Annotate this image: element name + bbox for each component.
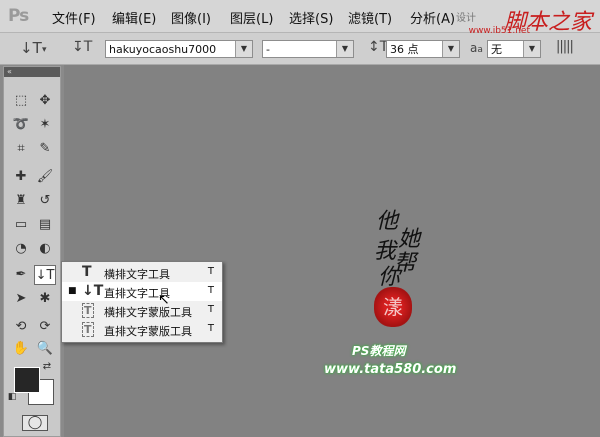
eraser-icon[interactable]: ▭ [10,215,32,235]
horizontal-type-mask-icon: T [82,303,94,318]
crop-tool-icon[interactable]: ⌗ [10,139,32,159]
anti-alias-value: 无 [491,43,502,56]
app-logo: Ps [8,6,29,26]
path-select-icon[interactable]: ➤ [10,289,32,309]
menu-image[interactable]: 图像(I) [171,8,211,27]
menu-filter[interactable]: 滤镜(T) [348,8,392,27]
lasso-tool-icon[interactable]: ➰ [10,115,32,135]
flyout-item-shortcut: T [207,285,214,296]
flyout-item-shortcut: T [207,323,214,334]
swap-colors-icon[interactable]: ⇄ [40,361,54,373]
document-canvas[interactable] [64,65,600,437]
anti-alias-select[interactable]: 无 ▼ [487,40,541,58]
menu-file[interactable]: 文件(F) [52,8,96,27]
flyout-item-vertical-type-mask[interactable]: T 直排文字蒙版工具 T [62,320,222,339]
chevron-down-icon: ▼ [336,41,353,57]
flyout-item-label: 横排文字蒙版工具 [104,306,192,319]
chevron-down-icon: ▼ [523,41,540,57]
selected-bullet-icon: ■ [68,286,77,296]
chevron-down-icon: ▼ [442,41,459,57]
chevron-down-icon: ▼ [235,41,252,57]
menu-select[interactable]: 选择(S) [289,8,333,27]
type-tool-flyout: T 横排文字工具 T ■ ↓T 直排文字工具 T T 横排文字蒙版工具 T T … [61,261,223,343]
zoom-tool-icon[interactable]: 🔍 [34,339,56,359]
shape-tool-icon[interactable]: ✱ [34,289,56,309]
blur-tool-icon[interactable]: ◔ [10,239,32,259]
marquee-tool-icon[interactable]: ⬚ [10,91,32,111]
flyout-item-horizontal-type-mask[interactable]: T 横排文字蒙版工具 T [62,301,222,320]
font-style-select[interactable]: - ▼ [262,40,354,58]
mouse-cursor-icon: ↖ [158,292,170,308]
orientation-toggle-icon[interactable]: ↧T [72,39,92,55]
move-tool-icon[interactable]: ✥ [34,91,56,111]
toolbox-collapse-icon[interactable]: « [4,67,60,77]
options-bar: ↓T ▾ ↧T hakuyocaoshu7000 ▼ - ▼ ↕T 36 点 ▼… [0,33,600,65]
eyedropper-icon[interactable]: ✎ [34,139,56,159]
tool-preset-chevron-icon[interactable]: ▾ [42,45,47,55]
brush-tool-icon[interactable]: 🖌 [34,167,56,187]
menu-edit[interactable]: 编辑(E) [112,8,156,27]
gradient-icon[interactable]: ▤ [34,215,56,235]
3d-rotate-icon[interactable]: ⟲ [10,317,32,337]
flyout-item-shortcut: T [207,266,214,277]
toolbox: « ⬚ ✥ ➰ ✶ ⌗ ✎ ✚ 🖌 ♜ ↺ ▭ ▤ ◔ ◐ ✒ ↓T ➤ ✱ ⟲… [3,66,61,437]
flyout-item-vertical-type[interactable]: ■ ↓T 直排文字工具 T [62,282,222,301]
font-family-value: hakuyocaoshu7000 [109,43,217,56]
menu-analysis[interactable]: 分析(A) [410,8,455,27]
menu-layer[interactable]: 图层(L) [230,8,273,27]
vertical-type-icon: ↓T [82,283,104,299]
anti-alias-icon: aa [470,41,483,55]
align-icons[interactable]: ||||| [556,39,574,54]
magic-wand-icon[interactable]: ✶ [34,115,56,135]
menu-bar: Ps 文件(F) 编辑(E) 图像(I) 图层(L) 选择(S) 滤镜(T) 分… [0,0,600,36]
history-brush-icon[interactable]: ↺ [34,191,56,211]
font-size-select[interactable]: 36 点 ▼ [386,40,460,58]
credit-line-1: PS教程网 [352,344,406,358]
horizontal-type-icon: T [82,264,92,280]
type-tool-icon[interactable]: ↓T [34,265,56,285]
quick-mask-icon[interactable]: ◯ [22,415,48,431]
foreground-color-swatch[interactable] [14,367,40,393]
3d-orbit-icon[interactable]: ⟳ [34,317,56,337]
flyout-item-label: 横排文字工具 [104,268,170,281]
font-family-select[interactable]: hakuyocaoshu7000 ▼ [105,40,253,58]
credit-line-2: www.tata580.com [324,362,457,377]
dodge-tool-icon[interactable]: ◐ [34,239,56,259]
healing-brush-icon[interactable]: ✚ [10,167,32,187]
flyout-item-horizontal-type[interactable]: T 横排文字工具 T [62,263,222,282]
vertical-type-mask-icon: T [82,322,94,337]
hand-tool-icon[interactable]: ✋ [10,339,32,359]
pen-tool-icon[interactable]: ✒ [10,265,32,285]
default-colors-icon[interactable]: ◧ [6,391,18,403]
clone-stamp-icon[interactable]: ♜ [10,191,32,211]
flyout-item-label: 直排文字蒙版工具 [104,325,192,338]
vertical-type-tool-icon[interactable]: ↓T [20,39,42,57]
calligraphy-char: 他 [376,209,399,234]
watermark-extra: 设计 [456,13,476,24]
flyout-item-shortcut: T [207,304,214,315]
font-style-value: - [266,43,270,56]
font-size-value: 36 点 [390,43,419,56]
red-seal: 漾 [374,287,412,327]
